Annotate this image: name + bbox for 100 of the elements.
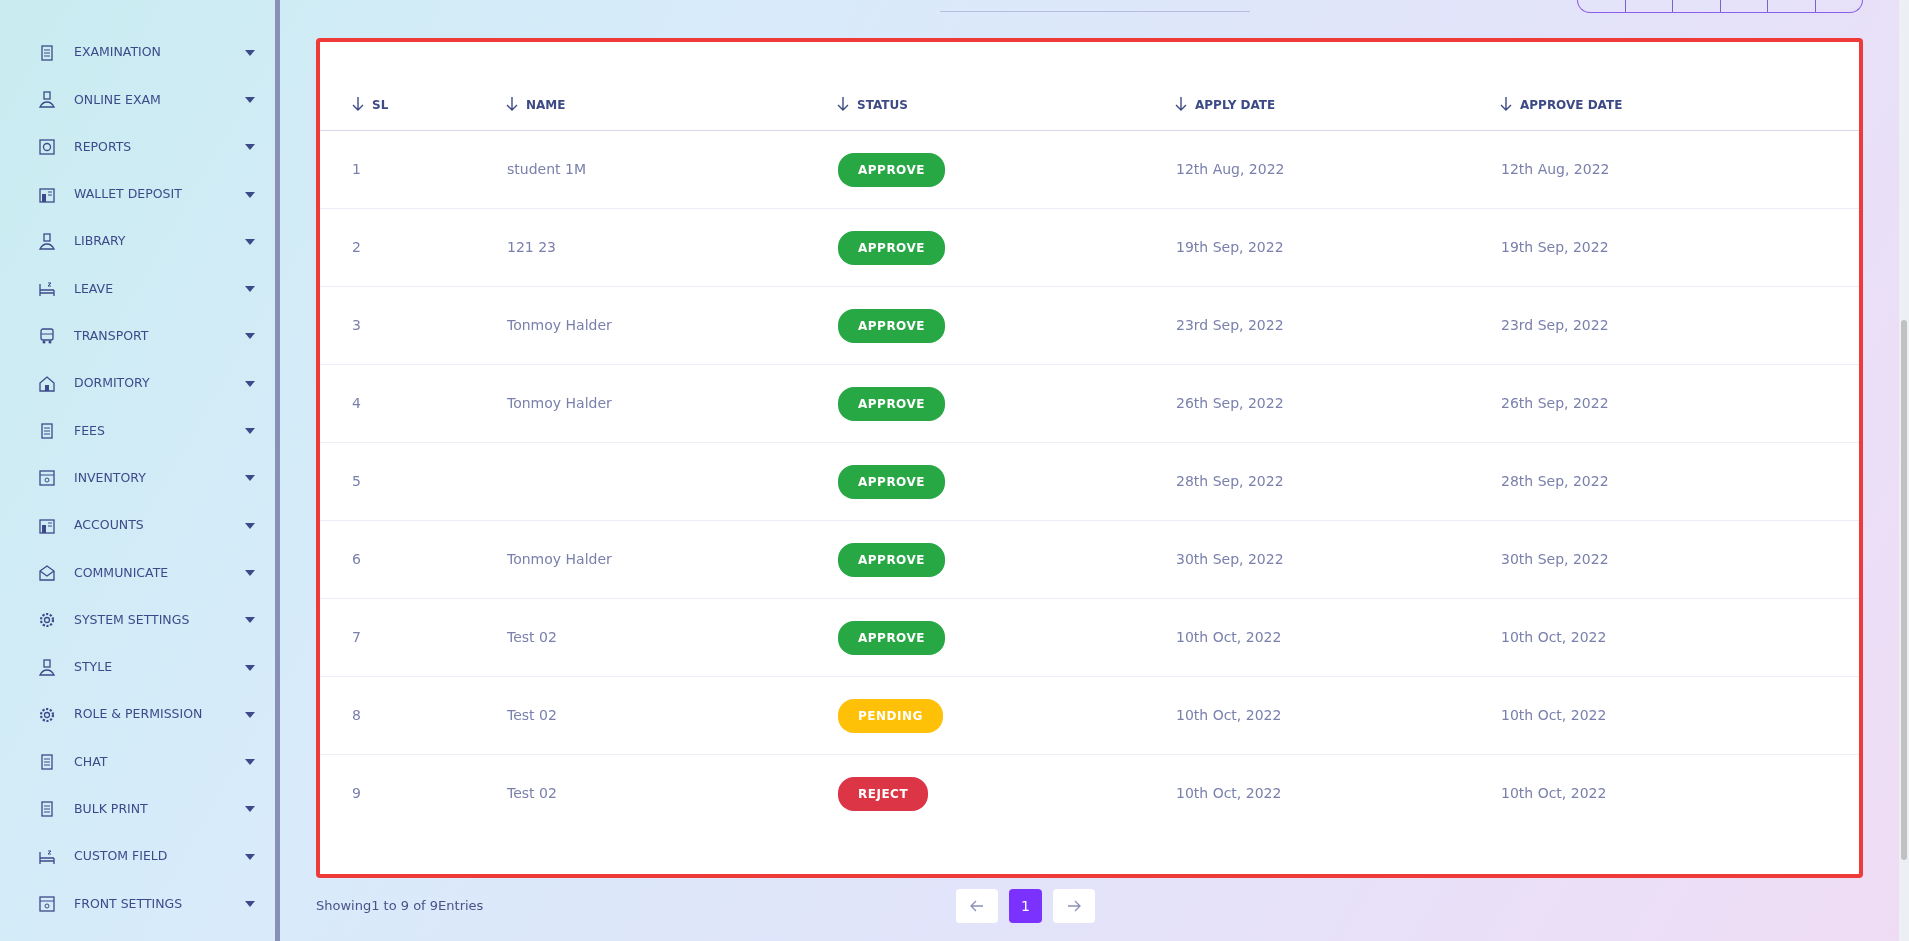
name-cell: Test 02 [507, 629, 557, 645]
down-arrow-icon [506, 97, 518, 111]
sidebar-item[interactable]: COMMUNICATE [0, 549, 275, 597]
sheet-icon [38, 422, 56, 440]
bed-icon [38, 847, 56, 866]
down-arrow-icon [837, 97, 849, 111]
caret-icon [245, 333, 255, 340]
building-icon [38, 185, 56, 204]
name-cell: Tonmoy Halder [507, 395, 612, 411]
column-header[interactable]: APPLY DATE [1175, 98, 1276, 112]
approve-date-cell: 10th Oct, 2022 [1501, 629, 1607, 645]
caret-icon [245, 475, 255, 482]
previous-page-button[interactable] [956, 889, 998, 923]
gear-icon [38, 611, 56, 630]
apply-date-cell: 19th Sep, 2022 [1176, 239, 1284, 255]
status-badge: APPROVE [838, 620, 945, 655]
approve-date-cell: 10th Oct, 2022 [1501, 707, 1607, 723]
status-badge: APPROVE [838, 464, 945, 499]
entries-info: Showing1 to 9 of 9Entries [316, 897, 485, 916]
apply-date-cell: 28th Sep, 2022 [1176, 473, 1284, 489]
caret-icon [245, 617, 255, 624]
sidebar-item[interactable]: ONLINE EXAM [0, 76, 275, 124]
sidebar-item[interactable]: LEAVE [0, 265, 275, 313]
caret-icon [245, 853, 255, 860]
caret-icon [245, 49, 255, 56]
sidebar-item[interactable]: SYSTEM SETTINGS [0, 596, 275, 644]
sidebar-item[interactable]: WALLET DEPOSIT [0, 170, 275, 219]
caret-icon [245, 569, 255, 576]
apply-date-cell: 26th Sep, 2022 [1176, 395, 1284, 411]
row-number: 9 [352, 785, 361, 802]
row-number: 8 [352, 707, 361, 723]
apply-date-cell: 30th Sep, 2022 [1176, 551, 1284, 567]
status-badge: PENDING [838, 698, 943, 733]
approve-date-cell: 23rd Sep, 2022 [1501, 317, 1609, 333]
sheet-icon [38, 43, 56, 62]
bus-icon [38, 327, 56, 346]
name-cell: Tonmoy Halder [507, 551, 612, 567]
caret-icon [245, 144, 255, 151]
sidebar-item[interactable]: BULK PRINT [0, 785, 275, 834]
caret-icon [245, 96, 255, 103]
down-arrow-icon [1175, 97, 1187, 111]
down-arrow-icon [1500, 97, 1512, 111]
status-badge: APPROVE [838, 152, 945, 187]
sidebar-item[interactable]: STYLE [0, 643, 275, 692]
approve-date-cell: 19th Sep, 2022 [1501, 239, 1609, 255]
house-icon [38, 374, 56, 393]
sidebar-item[interactable]: EXAMINATION [0, 29, 275, 77]
approve-date-cell: 26th Sep, 2022 [1501, 395, 1609, 411]
sidebar-item[interactable]: ACCOUNTS [0, 501, 275, 550]
caret-icon [245, 238, 255, 245]
gear-icon [38, 705, 56, 724]
name-cell: Test 02 [507, 707, 557, 723]
row-number: 5 [352, 473, 361, 489]
sidebar-item[interactable]: DORMITORY [0, 360, 275, 408]
left-arrow-icon [970, 900, 984, 912]
column-header[interactable]: APPROVE DATE [1500, 98, 1623, 112]
approve-date-cell: 28th Sep, 2022 [1501, 473, 1609, 489]
box-icon [38, 469, 56, 488]
bed-icon [38, 280, 56, 299]
sidebar-item[interactable]: CHAT [0, 738, 275, 786]
name-cell: 121 23 [507, 239, 556, 255]
sidebar-item[interactable]: REPORTS [0, 123, 275, 171]
down-arrow-icon [352, 97, 364, 111]
status-badge: REJECT [838, 776, 929, 811]
status-badge: APPROVE [838, 230, 945, 265]
box-icon [38, 895, 56, 913]
column-header[interactable]: NAME [506, 98, 566, 112]
column-header[interactable]: SL [352, 98, 389, 112]
row-number: 7 [352, 629, 361, 645]
next-page-button[interactable] [1053, 889, 1095, 923]
report-icon [38, 138, 56, 157]
caret-icon [245, 286, 255, 293]
caret-icon [245, 901, 255, 907]
sidebar-item[interactable]: FEES [0, 407, 275, 455]
person-icon [38, 658, 56, 677]
apply-date-cell: 10th Oct, 2022 [1176, 629, 1282, 645]
person-icon [38, 232, 56, 251]
approve-date-cell: 10th Oct, 2022 [1501, 785, 1607, 802]
sheet-icon [38, 800, 56, 819]
sidebar-item[interactable]: TRANSPORT [0, 312, 275, 361]
caret-icon [245, 191, 255, 198]
column-header[interactable]: STATUS [837, 98, 908, 112]
row-number: 6 [352, 551, 361, 567]
sidebar-item[interactable]: CUSTOM FIELD [0, 833, 275, 881]
row-number: 3 [352, 317, 361, 333]
sidebar-item[interactable]: INVENTORY [0, 454, 275, 502]
building-icon [38, 516, 56, 535]
sidebar-item[interactable]: LIBRARY [0, 218, 275, 266]
sidebar-item[interactable]: ROLE & PERMISSION [0, 691, 275, 739]
name-cell: student 1M [507, 161, 586, 177]
approve-date-cell: 30th Sep, 2022 [1501, 551, 1609, 567]
caret-icon [245, 711, 255, 718]
sidebar-item[interactable]: FRONT SETTINGS [0, 880, 275, 928]
status-badge: APPROVE [838, 308, 945, 343]
apply-date-cell: 10th Oct, 2022 [1176, 707, 1282, 723]
apply-date-cell: 10th Oct, 2022 [1176, 785, 1282, 802]
page-button[interactable]: 1 [1009, 889, 1042, 923]
sheet-icon [38, 753, 56, 772]
caret-icon [245, 664, 255, 671]
right-arrow-icon [1067, 900, 1081, 912]
